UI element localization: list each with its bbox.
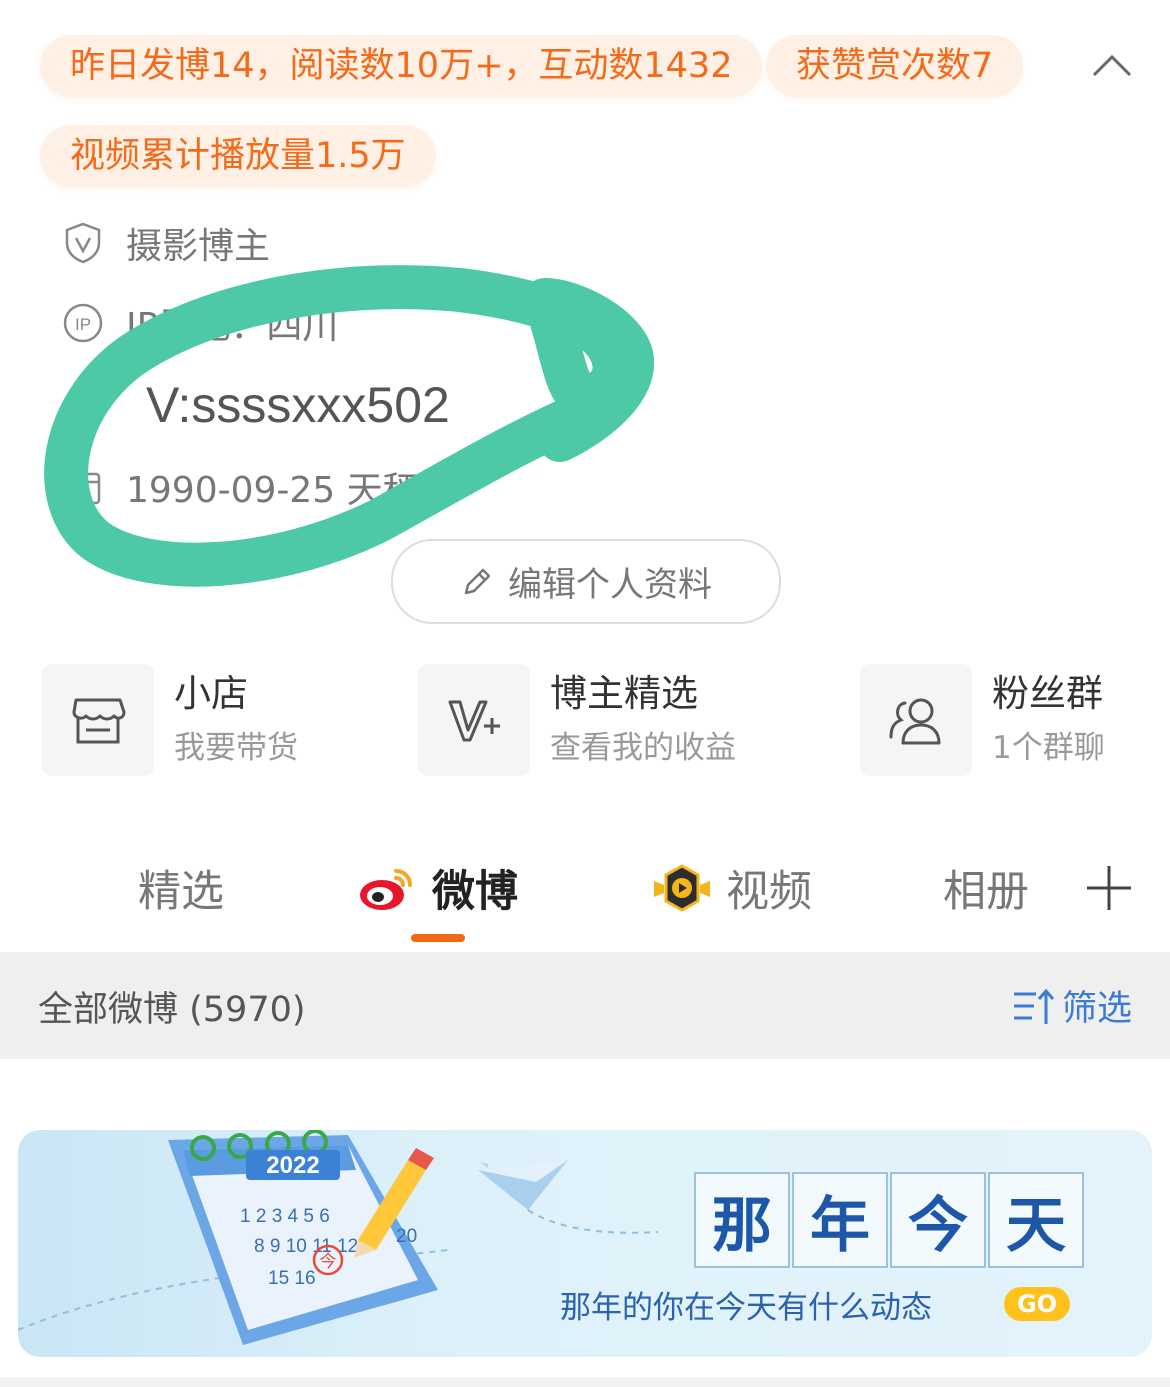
feature-fan-group-subtitle: 1个群聊	[992, 730, 1105, 766]
feature-shop-subtitle: 我要带货	[174, 730, 298, 766]
v-plus-icon	[418, 664, 530, 776]
filter-button[interactable]: 筛选	[1012, 980, 1132, 1031]
weibo-logo-icon	[360, 869, 412, 910]
stat-yesterday-pill[interactable]: 昨日发博14，阅读数10万+，互动数1432	[40, 35, 763, 97]
birthday-text: 1990-09-25 天秤座	[126, 470, 455, 511]
tab-featured-label: 精选	[138, 867, 224, 917]
pencil-icon	[464, 568, 491, 594]
tab-video-label: 视频	[726, 867, 812, 917]
feature-fan-group-title: 粉丝群	[992, 672, 1103, 715]
verification-row: 摄影博主	[62, 218, 270, 268]
filter-button-label: 筛选	[1061, 989, 1132, 1029]
feature-blogger-picks-title: 博主精选	[550, 672, 698, 715]
video-badge-icon	[654, 864, 710, 912]
feature-fan-group[interactable]: 粉丝群 1个群聊	[860, 664, 1105, 776]
tab-weibo-label: 微博	[432, 867, 518, 917]
collapse-chevron-up-icon[interactable]	[1088, 45, 1136, 85]
wechat-row	[62, 380, 126, 430]
on-this-day-subtitle: 那年的你在今天有什么动态	[560, 1290, 932, 1326]
ip-location-text: IP属地：四川	[126, 306, 339, 347]
tab-featured[interactable]: 精选	[138, 858, 224, 918]
shop-icon	[42, 664, 154, 776]
phone-icon	[62, 384, 104, 426]
calendar-row3-text: 15 16	[268, 1268, 316, 1289]
feature-blogger-picks-subtitle: 查看我的收益	[550, 730, 736, 766]
ip-location-row: IP IP属地：四川	[62, 298, 338, 348]
calendar-icon	[62, 466, 104, 508]
stat-likes-pill[interactable]: 获赞赏次数7	[766, 35, 1024, 97]
tab-weibo[interactable]: 微博	[358, 858, 518, 918]
add-tab-plus-icon[interactable]	[1085, 864, 1133, 912]
svg-text:IP: IP	[75, 315, 91, 334]
calendar-row1-text: 1 2 3 4 5 6	[240, 1206, 330, 1227]
feature-blogger-picks[interactable]: 博主精选 查看我的收益	[418, 664, 736, 776]
ip-icon: IP	[62, 302, 104, 344]
birthday-row: 1990-09-25 天秤座	[62, 462, 455, 512]
all-posts-count: 全部微博 (5970)	[38, 990, 306, 1030]
paper-plane-icon	[478, 1160, 658, 1234]
calendar-row2-text: 8 9 10 11 12	[254, 1236, 358, 1257]
title-char: 那	[694, 1172, 790, 1268]
on-this-day-title: 那 年 今 天	[694, 1172, 1086, 1268]
calendar-today-mark: 今	[320, 1252, 337, 1272]
calendar-year-text: 2022	[266, 1152, 319, 1179]
tab-album-label: 相册	[943, 867, 1029, 917]
go-button[interactable]: GO	[1004, 1287, 1070, 1321]
feature-shop-title: 小店	[174, 672, 248, 715]
active-tab-indicator	[411, 934, 465, 942]
calendar-illustration: 2022 1 2 3 4 5 6 8 9 10 11 12 15 16 20 今	[18, 1130, 488, 1345]
group-icon	[860, 664, 972, 776]
feature-shop[interactable]: 小店 我要带货	[42, 664, 298, 776]
on-this-day-banner[interactable]: 2022 1 2 3 4 5 6 8 9 10 11 12 15 16 20 今…	[18, 1130, 1152, 1357]
title-char: 天	[988, 1172, 1084, 1268]
calendar-day-text: 20	[396, 1226, 417, 1247]
edit-profile-label: 编辑个人资料	[508, 565, 712, 605]
shield-v-icon	[62, 222, 104, 264]
edit-profile-button[interactable]: 编辑个人资料	[391, 539, 781, 624]
verification-text: 摄影博主	[126, 226, 271, 267]
tab-album[interactable]: 相册	[943, 858, 1029, 918]
bottom-divider	[0, 1377, 1170, 1387]
wechat-id-text: V:ssssxxx502	[146, 377, 450, 433]
posts-filter-bar: 全部微博 (5970) 筛选	[0, 952, 1170, 1059]
title-char: 今	[890, 1172, 986, 1268]
title-char: 年	[792, 1172, 888, 1268]
filter-sort-icon	[1013, 988, 1055, 1024]
tab-video[interactable]: 视频	[650, 858, 812, 918]
stat-video-plays-pill[interactable]: 视频累计播放量1.5万	[40, 125, 436, 187]
